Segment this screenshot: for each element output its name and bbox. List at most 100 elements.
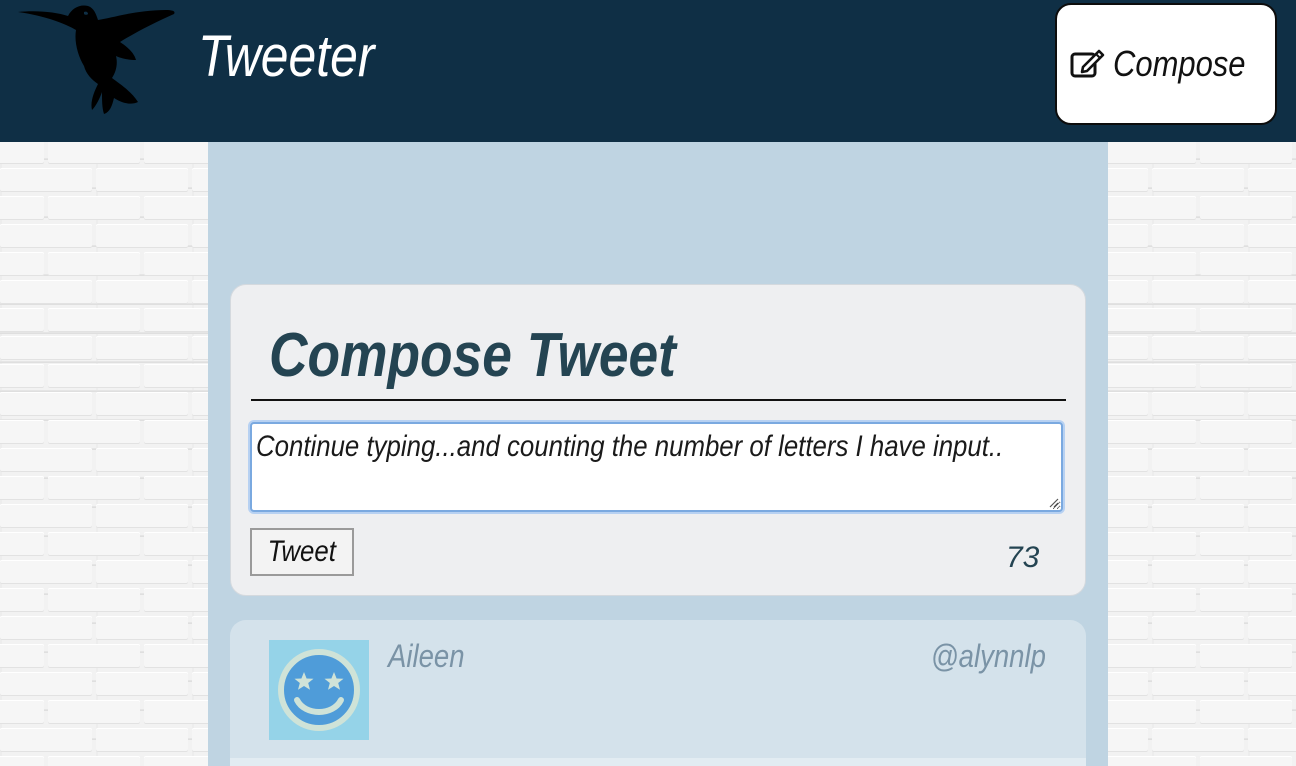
- compose-button-label: Compose: [1113, 43, 1246, 84]
- brick: [1248, 448, 1296, 472]
- brick: [1152, 280, 1244, 304]
- brick: [1200, 756, 1292, 766]
- brick: [1104, 140, 1196, 164]
- edit-square-icon: [1070, 49, 1105, 78]
- brick: [48, 308, 140, 332]
- brick: [1152, 168, 1244, 192]
- brick: [0, 196, 44, 220]
- brick: [1248, 560, 1296, 584]
- brick: [1104, 700, 1196, 724]
- tweet-text-input[interactable]: Continue typing...and counting the numbe…: [250, 422, 1063, 512]
- brick: [1200, 140, 1292, 164]
- brick: [96, 672, 188, 696]
- brick: [1152, 224, 1244, 248]
- main-container: Compose Tweet Continue typing...and coun…: [208, 142, 1108, 766]
- compose-tweet-heading: Compose Tweet: [251, 311, 1066, 401]
- brick: [96, 448, 188, 472]
- brick: [0, 280, 92, 304]
- brick: [1248, 392, 1296, 416]
- brick: [1104, 532, 1196, 556]
- brick: [1152, 672, 1244, 696]
- brick: [48, 756, 140, 766]
- tweet-text-value: Continue typing...and counting the numbe…: [256, 430, 1004, 463]
- brick: [0, 588, 44, 612]
- brick: [1152, 448, 1244, 472]
- brick: [0, 392, 92, 416]
- brick: [1104, 588, 1196, 612]
- brick: [0, 168, 92, 192]
- brick: [48, 700, 140, 724]
- brick: [1152, 616, 1244, 640]
- brick: [0, 308, 44, 332]
- brick: [0, 756, 44, 766]
- brick: [96, 728, 188, 752]
- brick: [0, 420, 44, 444]
- brick: [0, 532, 44, 556]
- brick: [0, 700, 44, 724]
- brick: [48, 196, 140, 220]
- brick: [96, 560, 188, 584]
- brick: [1152, 392, 1244, 416]
- brick: [1200, 700, 1292, 724]
- brick: [1248, 616, 1296, 640]
- brick: [1104, 476, 1196, 500]
- brick: [48, 364, 140, 388]
- brick: [48, 252, 140, 276]
- brick: [96, 392, 188, 416]
- brick: [1200, 196, 1292, 220]
- brick: [1200, 644, 1292, 668]
- brick: [1152, 560, 1244, 584]
- brick: [96, 280, 188, 304]
- brick: [0, 364, 44, 388]
- tweet-author-handle: @alynnlp: [930, 638, 1046, 674]
- brick: [1200, 252, 1292, 276]
- brick: [1200, 420, 1292, 444]
- tweet-submit-button[interactable]: Tweet: [250, 528, 354, 576]
- hummingbird-icon: [18, 5, 175, 114]
- brick: [1248, 504, 1296, 528]
- brick: [1200, 588, 1292, 612]
- compose-button[interactable]: Compose: [1055, 3, 1277, 125]
- brick: [48, 644, 140, 668]
- tweet-card: Aileen @alynnlp: [230, 620, 1086, 766]
- brick: [0, 448, 92, 472]
- brick: [1104, 644, 1196, 668]
- brick: [1200, 532, 1292, 556]
- brick: [1104, 420, 1196, 444]
- brick: [1248, 672, 1296, 696]
- brick: [0, 504, 92, 528]
- brick: [96, 504, 188, 528]
- brick: [96, 336, 188, 360]
- brick: [1248, 168, 1296, 192]
- tweet-body-divider: [230, 758, 1086, 766]
- brick: [1248, 728, 1296, 752]
- app-title: Tweeter: [198, 24, 375, 89]
- brick: [0, 336, 92, 360]
- brick: [0, 140, 44, 164]
- brick: [0, 644, 44, 668]
- brick: [0, 672, 92, 696]
- brick: [0, 560, 92, 584]
- brick: [0, 616, 92, 640]
- resize-grip-icon[interactable]: [1047, 496, 1059, 508]
- brick: [1152, 728, 1244, 752]
- tweet-author-name: Aileen: [388, 638, 465, 674]
- brick: [1104, 756, 1196, 766]
- brick: [1248, 280, 1296, 304]
- brick: [1200, 364, 1292, 388]
- brick: [96, 616, 188, 640]
- brick: [1104, 252, 1196, 276]
- brick: [96, 224, 188, 248]
- brick: [1152, 504, 1244, 528]
- brick: [0, 728, 92, 752]
- brick: [1200, 308, 1292, 332]
- brick: [48, 476, 140, 500]
- smiley-star-eyes-icon: [269, 640, 369, 740]
- brick: [1200, 476, 1292, 500]
- brick: [48, 532, 140, 556]
- brick: [1248, 336, 1296, 360]
- brick: [1104, 308, 1196, 332]
- brick: [96, 168, 188, 192]
- brick: [0, 224, 92, 248]
- char-counter: 73: [1006, 541, 1040, 574]
